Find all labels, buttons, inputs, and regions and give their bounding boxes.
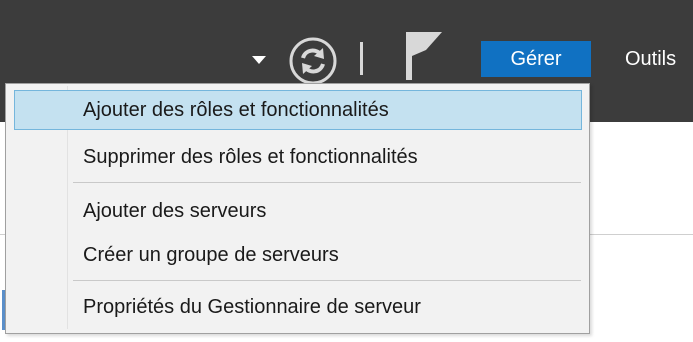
toolbar-separator (360, 42, 363, 75)
notifications-button[interactable] (402, 30, 446, 82)
manage-dropdown-menu: Ajouter des rôles et fonctionnalités Sup… (5, 83, 590, 334)
flag-icon (406, 32, 442, 80)
menu-separator (73, 182, 581, 183)
menu-item-create-server-group[interactable]: Créer un groupe de serveurs (14, 235, 582, 275)
menu-separator (73, 280, 581, 281)
refresh-button[interactable] (288, 36, 338, 86)
caret-down-icon[interactable] (252, 56, 266, 64)
refresh-icon (289, 37, 337, 85)
menu-item-remove-roles[interactable]: Supprimer des rôles et fonctionnalités (14, 137, 582, 177)
tools-menu-button[interactable]: Outils (625, 41, 676, 77)
menu-item-add-servers[interactable]: Ajouter des serveurs (14, 191, 582, 231)
menu-item-server-manager-properties[interactable]: Propriétés du Gestionnaire de serveur (14, 287, 582, 327)
manage-menu-button[interactable]: Gérer (481, 41, 591, 77)
menu-item-add-roles[interactable]: Ajouter des rôles et fonctionnalités (14, 90, 582, 130)
